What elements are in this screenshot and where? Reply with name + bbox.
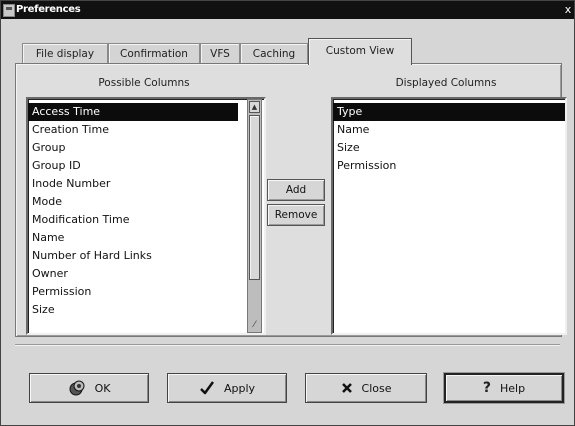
close-label: Close bbox=[361, 381, 392, 395]
ok-label: OK bbox=[94, 381, 111, 395]
list-item[interactable]: Modification Time bbox=[28, 211, 238, 229]
tab-file-display[interactable]: File display bbox=[22, 43, 108, 64]
tab-confirmation[interactable]: Confirmation bbox=[108, 43, 200, 64]
list-item[interactable]: Permission bbox=[333, 157, 565, 175]
possible-columns-scrollbar[interactable]: ▲ ⁄ bbox=[247, 99, 262, 333]
displayed-columns-header: Displayed Columns bbox=[395, 77, 497, 89]
list-item[interactable]: Access Time bbox=[28, 103, 238, 121]
apply-button[interactable]: Apply bbox=[167, 373, 287, 403]
question-mark-icon: ? bbox=[482, 380, 492, 396]
preferences-dialog: Preferences x File display Confirmation … bbox=[0, 0, 575, 426]
list-item[interactable]: Size bbox=[333, 139, 565, 157]
window-close-button[interactable]: x bbox=[563, 4, 573, 16]
tab-caching[interactable]: Caching bbox=[240, 43, 308, 64]
list-item[interactable]: Mode bbox=[28, 193, 238, 211]
list-item[interactable]: Size bbox=[28, 301, 238, 319]
list-item[interactable]: Name bbox=[28, 229, 238, 247]
list-item[interactable]: Group bbox=[28, 139, 238, 157]
scroll-up-arrow-icon[interactable]: ▲ bbox=[249, 101, 260, 113]
close-button[interactable]: Close bbox=[305, 373, 427, 403]
add-column-button[interactable]: Add bbox=[267, 179, 325, 201]
displayed-columns-list[interactable]: Type Name Size Permission bbox=[331, 97, 567, 335]
tab-custom-view[interactable]: Custom View bbox=[308, 38, 412, 65]
list-item[interactable]: Owner bbox=[28, 265, 238, 283]
window-title: Preferences bbox=[16, 4, 81, 15]
list-item[interactable]: Inode Number bbox=[28, 175, 238, 193]
remove-column-button[interactable]: Remove bbox=[267, 204, 325, 226]
scroll-thumb[interactable] bbox=[249, 115, 260, 280]
ok-button[interactable]: OK bbox=[29, 373, 149, 403]
tab-vfs[interactable]: VFS bbox=[200, 43, 240, 64]
x-close-icon bbox=[341, 382, 353, 394]
button-separator bbox=[15, 344, 560, 346]
list-item[interactable]: Group ID bbox=[28, 157, 238, 175]
resize-grip-icon: ⁄ bbox=[253, 320, 256, 330]
help-label: Help bbox=[500, 381, 526, 395]
possible-columns-list[interactable]: Access Time Creation Time Group Group ID Ino… bbox=[26, 97, 266, 335]
list-item[interactable]: Number of Hard Links bbox=[28, 247, 238, 265]
list-item[interactable]: Permission bbox=[28, 283, 238, 301]
ok-icon bbox=[68, 380, 86, 396]
help-button[interactable]: ? Help bbox=[444, 373, 564, 403]
list-item[interactable]: Creation Time bbox=[28, 121, 238, 139]
apply-label: Apply bbox=[223, 381, 256, 395]
window-menu-icon[interactable] bbox=[3, 4, 15, 17]
title-bar[interactable]: Preferences x bbox=[1, 1, 574, 19]
possible-columns-header: Possible Columns bbox=[98, 77, 190, 89]
list-item[interactable]: Type bbox=[333, 103, 565, 121]
checkmark-icon bbox=[199, 380, 215, 396]
list-item[interactable]: Name bbox=[333, 121, 565, 139]
